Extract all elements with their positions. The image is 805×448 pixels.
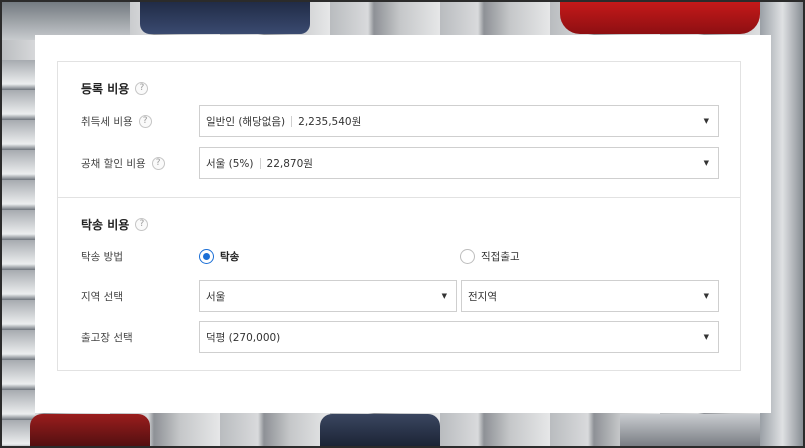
region-city-value: 서울 — [206, 290, 226, 303]
dropdown-arrow-icon: ▼ — [703, 159, 709, 167]
depot-value: 덕평 (270,000) — [206, 331, 281, 344]
shipping-method-label: 탁송 방법 — [81, 250, 123, 263]
depot-select[interactable]: 덕평 (270,000) ▼ — [199, 321, 719, 353]
registration-section: 등록 비용 ? 취득세 비용 ? 일반인 (해당없음) 2,235,540원 ▼… — [58, 62, 740, 198]
region-label: 지역 선택 — [81, 290, 123, 303]
divider — [291, 115, 293, 127]
registration-title-text: 등록 비용 — [81, 82, 130, 96]
radio-label: 탁송 — [220, 250, 240, 263]
bond-discount-row: 공채 할인 비용 ? 서울 (5%) 22,870원 ▼ — [58, 147, 740, 179]
shipping-method-row: 탁송 방법 탁송 직접출고 — [58, 240, 740, 272]
region-row: 지역 선택 서울 ▼ 전지역 ▼ — [58, 280, 740, 312]
radio-shipping-delivery[interactable]: 탁송 — [199, 240, 239, 272]
region-city-select[interactable]: 서울 ▼ — [199, 280, 457, 312]
acquisition-tax-option: 일반인 (해당없음) — [206, 115, 286, 128]
depot-row: 출고장 선택 덕평 (270,000) ▼ — [58, 321, 740, 353]
bond-discount-amount: 22,870원 — [266, 157, 313, 170]
help-icon[interactable]: ? — [151, 156, 165, 170]
cost-form: 등록 비용 ? 취득세 비용 ? 일반인 (해당없음) 2,235,540원 ▼… — [57, 61, 741, 371]
radio-unselected-icon — [460, 248, 475, 264]
dropdown-arrow-icon: ▼ — [703, 292, 709, 300]
region-district-select[interactable]: 전지역 ▼ — [461, 280, 719, 312]
bond-discount-select[interactable]: 서울 (5%) 22,870원 ▼ — [199, 147, 719, 179]
acquisition-tax-select[interactable]: 일반인 (해당없음) 2,235,540원 ▼ — [199, 105, 719, 137]
shipping-section: 탁송 비용 ? 탁송 방법 탁송 직접출고 지역 선택 서울 ▼ 전지역 ▼ 출… — [58, 198, 740, 371]
shipping-title-text: 탁송 비용 — [81, 218, 130, 232]
region-district-value: 전지역 — [468, 290, 497, 303]
help-icon[interactable]: ? — [135, 218, 149, 231]
cost-panel: 등록 비용 ? 취득세 비용 ? 일반인 (해당없음) 2,235,540원 ▼… — [35, 35, 771, 413]
help-icon[interactable]: ? — [135, 82, 149, 95]
bond-discount-option: 서울 (5%) — [206, 157, 254, 170]
shipping-title: 탁송 비용 ? — [81, 216, 149, 233]
acquisition-tax-amount: 2,235,540원 — [298, 115, 362, 128]
dropdown-arrow-icon: ▼ — [703, 117, 709, 125]
radio-label: 직접출고 — [481, 250, 520, 263]
divider — [259, 157, 261, 169]
registration-title: 등록 비용 ? — [81, 80, 149, 97]
bond-discount-label: 공채 할인 비용 ? — [81, 147, 165, 179]
dropdown-arrow-icon: ▼ — [441, 292, 447, 300]
dropdown-arrow-icon: ▼ — [703, 333, 709, 341]
help-icon[interactable]: ? — [138, 114, 152, 128]
radio-direct-pickup[interactable]: 직접출고 — [460, 240, 520, 272]
acquisition-tax-label: 취득세 비용 ? — [81, 105, 152, 137]
depot-label: 출고장 선택 — [81, 331, 133, 344]
radio-selected-icon — [199, 248, 214, 264]
acquisition-tax-row: 취득세 비용 ? 일반인 (해당없음) 2,235,540원 ▼ — [58, 105, 740, 137]
